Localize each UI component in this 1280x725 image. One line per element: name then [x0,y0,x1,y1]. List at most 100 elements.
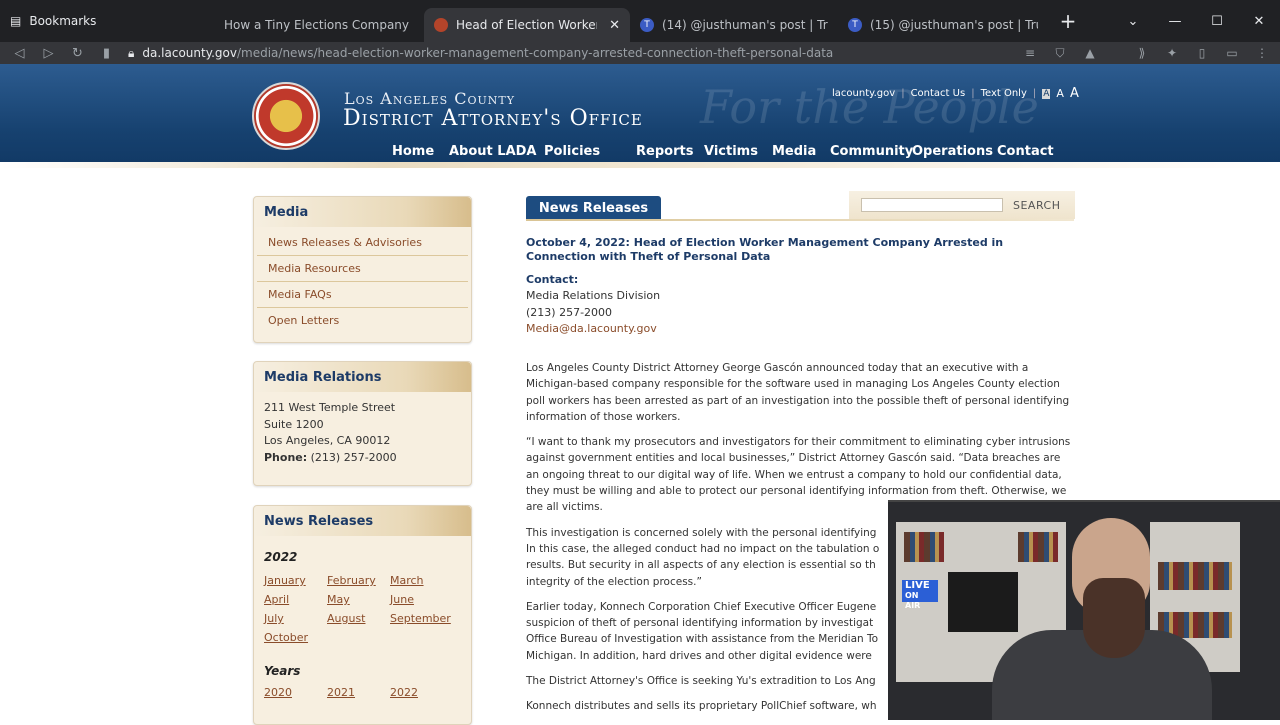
text-only-link[interactable]: Text Only [981,88,1027,99]
forward-icon[interactable]: ▷ [34,46,63,61]
bookmark-page-icon[interactable]: ▮ [92,46,121,61]
nav-about-lada[interactable]: About LADA [449,144,544,159]
extensions-icon[interactable]: ✦ [1162,46,1182,60]
years-heading: Years [264,664,301,678]
news-releases-box: News Releases 2022 January February Marc… [253,505,472,725]
nav-contact[interactable]: Contact [997,144,1057,159]
nav-media[interactable]: Media [772,144,830,159]
back-icon[interactable]: ◁ [5,46,34,61]
reader-mode-icon[interactable]: ≡ [1020,46,1040,60]
month-april-link[interactable]: April [264,593,327,606]
utility-links: lacounty.gov | Contact Us | Text Only | … [832,86,1079,101]
font-size-large-button[interactable]: A [1070,86,1079,101]
address-street: 211 West Temple Street [264,401,396,414]
close-tab-icon[interactable]: ✕ [609,18,620,33]
article-paragraph: Los Angeles County District Attorney Geo… [526,362,1070,423]
wallet-icon[interactable]: ⟫ [1132,46,1152,60]
nav-community[interactable]: Community [830,144,913,159]
month-september-link[interactable]: September [390,612,460,625]
tab-title: Head of Election Worker Management [456,18,598,32]
media-relations-title: Media Relations [254,362,471,392]
address-toolbar: ◁ ▷ ↻ ▮ 🔒︎ da.lacounty.gov/media/news/he… [0,42,1280,64]
media-box: Media News Releases & Advisories Media R… [253,196,472,343]
contact-label: Contact: [526,273,579,286]
reload-icon[interactable]: ↻ [63,46,92,61]
address-suite: Suite 1200 [264,417,324,431]
truth-social-icon: T [848,18,862,32]
lacounty-link[interactable]: lacounty.gov [832,88,895,99]
url-field[interactable]: 🔒︎ da.lacounty.gov/media/news/head-elect… [128,42,1068,64]
header-divider [0,162,1280,168]
font-size-small-button[interactable]: A [1042,88,1051,99]
contact-division: Media Relations Division [526,289,661,303]
contact-us-link[interactable]: Contact Us [911,88,966,99]
tab-lada-news[interactable]: Head of Election Worker Management ✕ [424,8,630,42]
month-february-link[interactable]: February [327,574,390,587]
extensions-area: ≡ ⛉ ▲ ⟫ ✦ ▯ ▭ ⋮ [1020,42,1280,64]
sidebar-icon[interactable]: ▯ [1192,46,1212,60]
month-august-link[interactable]: August [327,612,390,625]
nav-reports[interactable]: Reports [636,144,704,159]
month-january-link[interactable]: January [264,574,327,587]
article-paragraph: Earlier today, Konnech Corporation Chief… [526,600,879,662]
bookmarks-label: Bookmarks [29,14,97,28]
year-2020-link[interactable]: 2020 [264,686,327,699]
month-june-link[interactable]: June [390,593,460,606]
main-nav: Home About LADA Policies Reports Victims… [392,144,1057,159]
article-headline: October 4, 2022: Head of Election Worker… [526,236,1004,263]
year-links: 2020 2021 2022 [254,686,471,699]
new-tab-icon[interactable]: + [1048,9,1088,33]
month-july-link[interactable]: July [264,612,327,625]
contact-phone: (213) 257-2000 [526,305,613,319]
url-domain: da.lacounty.gov [142,46,237,60]
live-on-air-sign: LIVE ON AIR [902,580,938,610]
month-links: January February March April May June Ju… [254,574,471,644]
county-seal-logo[interactable] [252,82,320,150]
media-box-title: Media [254,197,471,227]
month-march-link[interactable]: March [390,574,460,587]
contact-block: Contact: Media Relations Division (213) … [526,272,660,337]
tab-search-icon[interactable]: ⌄ [1112,14,1154,29]
phone-value: (213) 257-2000 [310,450,397,464]
search-button[interactable]: SEARCH [1013,199,1061,212]
month-may-link[interactable]: May [327,593,390,606]
bookmarks-button[interactable]: ▤ Bookmarks [0,0,214,42]
tab-konnech-article[interactable]: How a Tiny Elections Company Became [214,8,424,42]
brave-shield-icon[interactable]: ⛉ [1050,46,1070,61]
maximize-icon[interactable]: ☐ [1196,14,1238,29]
search-form: SEARCH [849,191,1075,219]
search-input[interactable] [861,198,1003,212]
org-name-line2: District Attorney's Office [343,106,643,131]
news-releases-advisories-link[interactable]: News Releases & Advisories [257,230,468,256]
nav-victims[interactable]: Victims [704,144,772,159]
open-letters-link[interactable]: Open Letters [257,308,468,333]
year-2021-link[interactable]: 2021 [327,686,390,699]
close-window-icon[interactable]: ✕ [1238,14,1280,29]
contact-email-link[interactable]: Media@da.lacounty.gov [526,322,657,335]
month-october-link[interactable]: October [264,631,327,644]
minimize-icon[interactable]: — [1154,14,1196,29]
menu-icon[interactable]: ⋮ [1252,46,1272,60]
tab-truth-social-14[interactable]: T (14) @justhuman's post | Truth Social [630,8,838,42]
bookmarks-icon: ▤ [10,14,22,28]
cast-icon[interactable]: ▭ [1222,46,1242,60]
lock-icon: 🔒︎ [128,45,135,60]
news-releases-title: News Releases [254,506,471,536]
tab-truth-social-15[interactable]: T (15) @justhuman's post | Truth Social [838,8,1048,42]
article-paragraph: The District Attorney's Office is seekin… [526,675,876,688]
font-size-medium-button[interactable]: A [1056,87,1064,100]
nav-home[interactable]: Home [392,144,449,159]
year-2022-link[interactable]: 2022 [390,686,460,699]
rewards-icon[interactable]: ▲ [1080,46,1100,60]
phone-label: Phone: [264,450,308,464]
tab-title: How a Tiny Elections Company Became [224,18,414,32]
news-releases-tab[interactable]: News Releases [526,196,661,220]
nav-operations[interactable]: Operations [912,144,997,159]
browser-tab-bar: ▤ Bookmarks How a Tiny Elections Company… [0,0,1280,42]
nav-policies[interactable]: Policies [544,144,636,159]
article-paragraph: This investigation is concerned solely w… [526,526,880,588]
media-resources-link[interactable]: Media Resources [257,256,468,282]
tab-title: (15) @justhuman's post | Truth Social [870,18,1038,32]
media-faqs-link[interactable]: Media FAQs [257,282,468,308]
media-relations-address: 211 West Temple Street Suite 1200 Los An… [254,392,471,474]
